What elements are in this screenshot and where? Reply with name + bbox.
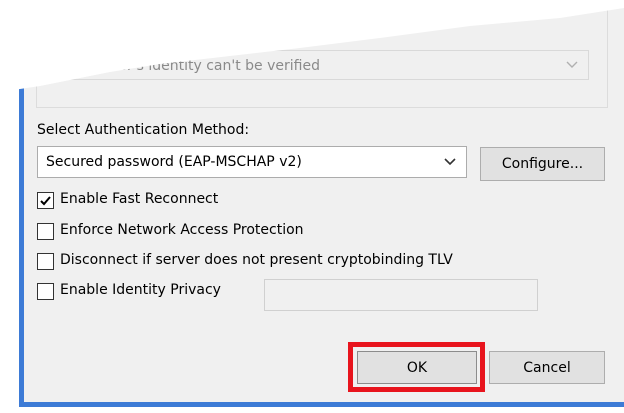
nap-label: Enforce Network Access Protection [60, 222, 304, 238]
identity-privacy-input[interactable] [264, 279, 538, 311]
server-identity-dropdown-value: the server's identity can't be verified [61, 58, 320, 74]
fast-reconnect-label: Enable Fast Reconnect [60, 191, 219, 207]
server-identity-dropdown[interactable]: the server's identity can't be verified [52, 50, 589, 80]
cryptobinding-label: Disconnect if server does not present cr… [60, 252, 453, 268]
ok-button-highlight [348, 342, 485, 392]
auth-method-dropdown[interactable]: Secured password (EAP-MSCHAP v2) [37, 146, 467, 178]
fast-reconnect-checkbox[interactable] [37, 192, 54, 209]
nap-checkbox[interactable] [37, 223, 54, 240]
configure-button-label: Configure... [501, 156, 584, 172]
auth-method-selected: Secured password (EAP-MSCHAP v2) [46, 154, 302, 170]
identity-privacy-checkbox[interactable] [37, 283, 54, 300]
option-cryptobinding[interactable]: Disconnect if server does not present cr… [37, 251, 517, 271]
chevron-down-icon [566, 61, 578, 68]
configure-button[interactable]: Configure... [480, 147, 605, 181]
auth-method-label: Select Authentication Method: [37, 122, 250, 138]
screenshot-stage: the server's identity can't be verified … [0, 0, 624, 413]
identity-privacy-label: Enable Identity Privacy [60, 282, 221, 298]
cryptobinding-checkbox[interactable] [37, 253, 54, 270]
option-network-access-protection[interactable]: Enforce Network Access Protection [37, 221, 357, 241]
checkmark-icon [40, 196, 51, 206]
cancel-button[interactable]: Cancel [489, 351, 605, 384]
option-fast-reconnect[interactable]: Enable Fast Reconnect [37, 190, 257, 210]
option-identity-privacy[interactable]: Enable Identity Privacy [37, 281, 257, 301]
cancel-button-label: Cancel [523, 360, 571, 376]
chevron-down-icon [444, 158, 456, 166]
